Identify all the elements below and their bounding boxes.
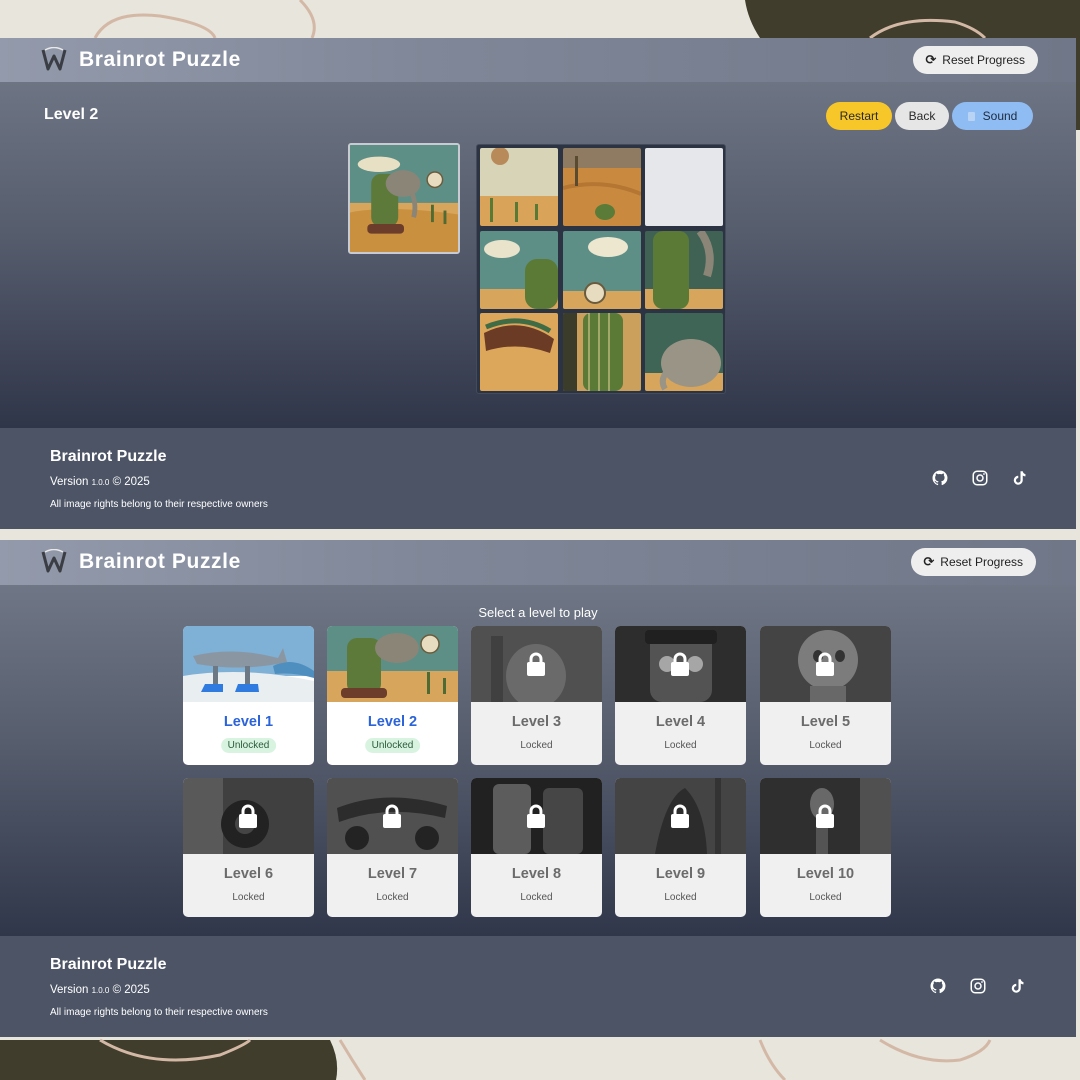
level-card: Level 5 Locked	[760, 626, 891, 765]
level-title: Level 2	[44, 106, 99, 123]
top-bar: Brainrot Puzzle ⟳ Reset Progress	[0, 38, 1076, 82]
level-status-badge: Locked	[376, 892, 409, 903]
level-card[interactable]: Level 1 Unlocked	[183, 626, 314, 765]
lock-icon	[816, 804, 834, 828]
level-card: Level 6 Locked	[183, 778, 314, 917]
version-suffix: © 2025	[112, 984, 150, 996]
game-area: Level 2 Restart Back Sound	[0, 82, 1076, 428]
version-prefix: Version	[50, 984, 89, 996]
level-card: Level 9 Locked	[615, 778, 746, 917]
logo-icon	[41, 47, 67, 71]
level-name: Level 8	[511, 866, 562, 882]
level-status-badge: Locked	[664, 740, 697, 751]
empty-tile[interactable]	[645, 148, 723, 226]
puzzle-tile[interactable]	[480, 231, 558, 309]
level-status-badge: Locked	[232, 892, 265, 903]
back-button[interactable]: Back	[895, 102, 949, 130]
tiktok-icon[interactable]	[1008, 977, 1026, 995]
level-thumbnail	[327, 626, 458, 702]
version-number: 1.0.0	[91, 986, 110, 995]
level-card[interactable]: Level 2 Unlocked	[327, 626, 458, 765]
reset-progress-label: Reset Progress	[942, 53, 1025, 67]
level-thumbnail	[183, 626, 314, 702]
footer-version: Version 1.0.0 © 2025	[50, 984, 150, 996]
level-name: Level 9	[655, 866, 706, 882]
restart-button[interactable]: Restart	[826, 102, 892, 130]
level-card: Level 3 Locked	[471, 626, 602, 765]
puzzle-tile[interactable]	[480, 313, 558, 391]
reset-progress-button[interactable]: ⟳ Reset Progress	[911, 548, 1036, 576]
lock-icon	[671, 804, 689, 828]
lock-icon	[239, 804, 257, 828]
puzzle-tile[interactable]	[563, 148, 641, 226]
reset-progress-button[interactable]: ⟳ Reset Progress	[913, 46, 1038, 74]
instagram-icon[interactable]	[971, 469, 989, 487]
level-select-area: Select a level to play Level 1 Unlocked	[0, 585, 1076, 936]
level-card: Level 10 Locked	[760, 778, 891, 917]
footer-title: Brainrot Puzzle	[50, 448, 167, 465]
logo-icon	[41, 549, 67, 573]
top-bar: Brainrot Puzzle ⟳ Reset Progress	[0, 540, 1076, 585]
footer: Brainrot Puzzle Version 1.0.0 © 2025 All…	[0, 936, 1076, 1037]
footer-version: Version 1.0.0 © 2025	[50, 476, 150, 488]
select-level-prompt: Select a level to play	[478, 605, 598, 620]
app-title: Brainrot Puzzle	[79, 550, 241, 573]
github-icon[interactable]	[931, 469, 949, 487]
version-suffix: © 2025	[112, 476, 150, 488]
level-status-badge: Locked	[520, 892, 553, 903]
game-screen: Brainrot Puzzle ⟳ Reset Progress Level 2…	[0, 38, 1076, 529]
footer-rights: All image rights belong to their respect…	[50, 1007, 268, 1018]
refresh-icon: ⟳	[923, 554, 935, 569]
level-status-badge: Locked	[520, 740, 553, 751]
puzzle-tile[interactable]	[645, 313, 723, 391]
level-name: Level 6	[223, 866, 274, 882]
level-select-screen: Brainrot Puzzle ⟳ Reset Progress Select …	[0, 540, 1076, 1037]
reference-image	[348, 143, 460, 254]
level-status-badge: Locked	[809, 740, 842, 751]
puzzle-board	[476, 144, 726, 394]
lock-icon	[816, 652, 834, 676]
lock-icon	[671, 652, 689, 676]
level-name: Level 3	[511, 714, 562, 730]
puzzle-tile[interactable]	[563, 313, 641, 391]
app-title: Brainrot Puzzle	[79, 48, 241, 71]
sound-button[interactable]: Sound	[952, 102, 1033, 130]
level-name: Level 1	[223, 714, 274, 730]
reset-progress-label: Reset Progress	[940, 555, 1023, 569]
level-name: Level 2	[367, 714, 418, 730]
level-name: Level 4	[655, 714, 706, 730]
level-status-badge: Locked	[809, 892, 842, 903]
level-card: Level 8 Locked	[471, 778, 602, 917]
footer: Brainrot Puzzle Version 1.0.0 © 2025 All…	[0, 428, 1076, 529]
tiktok-icon[interactable]	[1010, 469, 1028, 487]
sound-icon	[967, 111, 975, 121]
footer-title: Brainrot Puzzle	[50, 956, 167, 973]
level-card: Level 4 Locked	[615, 626, 746, 765]
refresh-icon: ⟳	[925, 52, 937, 67]
level-status-badge: Unlocked	[220, 738, 277, 753]
lock-icon	[383, 804, 401, 828]
lock-icon	[527, 804, 545, 828]
level-status-badge: Locked	[664, 892, 697, 903]
level-name: Level 5	[800, 714, 851, 730]
level-status-badge: Unlocked	[364, 738, 421, 753]
sound-label: Sound	[982, 109, 1018, 123]
version-prefix: Version	[50, 476, 89, 488]
level-card: Level 7 Locked	[327, 778, 458, 917]
puzzle-tile[interactable]	[563, 231, 641, 309]
footer-rights: All image rights belong to their respect…	[50, 499, 268, 510]
github-icon[interactable]	[929, 977, 947, 995]
puzzle-tile[interactable]	[645, 231, 723, 309]
lock-icon	[527, 652, 545, 676]
level-name: Level 10	[796, 866, 855, 882]
instagram-icon[interactable]	[969, 977, 987, 995]
level-name: Level 7	[367, 866, 418, 882]
puzzle-tile[interactable]	[480, 148, 558, 226]
version-number: 1.0.0	[91, 478, 110, 487]
